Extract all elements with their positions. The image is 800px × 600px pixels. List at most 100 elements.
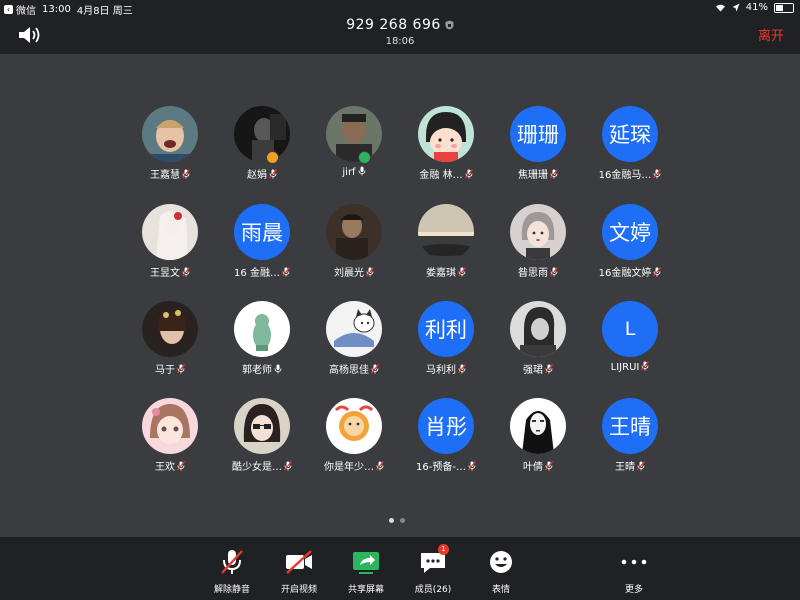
participant-name-row: 叶倩 xyxy=(492,458,584,473)
participant-name-row: 你是年少… xyxy=(308,458,400,473)
participant-tile[interactable]: 王晴 王晴 xyxy=(584,398,676,480)
participant-tile[interactable]: L LIJRUI xyxy=(584,301,676,383)
participant-tile[interactable]: 你是年少… xyxy=(308,398,400,480)
participant-name-row: 王昱文 xyxy=(124,264,216,279)
more-dots-icon xyxy=(621,559,647,565)
smiley-icon xyxy=(490,551,512,573)
participant-tile[interactable]: 郭老师 xyxy=(216,301,308,383)
mic-muted-icon xyxy=(376,461,384,471)
start-video-label: 开启视频 xyxy=(280,585,317,595)
participant-name: 叶倩 xyxy=(523,462,543,473)
participant-name-row: 焦珊珊 xyxy=(492,166,584,181)
participant-name-row: jirf xyxy=(308,166,400,178)
participant-tile[interactable]: 王昱文 xyxy=(124,204,216,286)
participant-tile[interactable]: 娄嘉琪 xyxy=(400,204,492,286)
participant-name: 金融 林… xyxy=(419,170,463,181)
participant-name: jirf xyxy=(342,167,356,178)
avatar: 珊珊 xyxy=(510,106,566,162)
start-video-button[interactable]: 开启视频 xyxy=(264,537,334,600)
mic-muted-icon xyxy=(464,169,473,179)
participant-name-row: 郭老师 xyxy=(216,361,308,376)
page-dot-1[interactable] xyxy=(389,518,394,523)
page-dot-2[interactable] xyxy=(400,518,405,523)
participant-tile[interactable]: 强珺 xyxy=(492,301,584,383)
share-screen-button[interactable]: 共享屏幕 xyxy=(331,537,401,600)
participant-tile[interactable]: jirf xyxy=(308,106,400,188)
leave-button[interactable]: 离开 xyxy=(758,25,784,44)
more-button[interactable]: 更多 xyxy=(599,537,669,600)
participant-name-row: 16-预备-… xyxy=(400,458,492,473)
participant-tile[interactable]: 高杨思佳 xyxy=(308,301,400,383)
wifi-icon xyxy=(715,4,725,12)
avatar: 肖彤 xyxy=(418,398,474,454)
members-label: 成员(26) xyxy=(414,585,452,595)
participant-name: 王晴 xyxy=(615,462,635,473)
battery-icon xyxy=(774,2,794,13)
participant-name: 16金融马… xyxy=(598,170,652,181)
avatar: 雨晨 xyxy=(234,204,290,260)
participant-tile[interactable]: 文婷 16金融文婷 xyxy=(584,204,676,286)
participant-name: 昝思雨 xyxy=(518,268,548,279)
avatar xyxy=(510,204,566,260)
participant-tile[interactable]: 肖彤 16-预备-… xyxy=(400,398,492,480)
members-notification-badge: 1 xyxy=(438,544,449,555)
participant-name: 马利利 xyxy=(426,365,456,376)
shield-icon xyxy=(445,20,454,30)
avatar xyxy=(326,301,382,357)
mic-muted-icon xyxy=(545,364,553,374)
avatar xyxy=(326,398,382,454)
avatar-initials: L xyxy=(624,318,636,340)
participant-tile[interactable]: 马于 xyxy=(124,301,216,383)
participant-name-row: 酷少女是… xyxy=(216,458,308,473)
avatar-image xyxy=(418,106,474,162)
avatar xyxy=(418,106,474,162)
participant-name-row: 马于 xyxy=(124,361,216,376)
status-date: 4月8日 周三 xyxy=(76,6,133,17)
cohost-badge-icon xyxy=(358,151,371,164)
back-arrow-icon: ‹ xyxy=(4,5,13,14)
participant-tile[interactable]: 珊珊 焦珊珊 xyxy=(492,106,584,188)
meeting-header: 929 268 696 18:06 离开 xyxy=(0,16,800,54)
participant-tile[interactable]: 赵娟 xyxy=(216,106,308,188)
reactions-button[interactable]: 表情 xyxy=(466,537,536,600)
participant-name-row: LIJRUI xyxy=(584,361,676,373)
avatar-image xyxy=(326,301,382,357)
unmute-label: 解除静音 xyxy=(213,585,250,595)
back-to-app[interactable]: ‹ 微信 xyxy=(4,2,36,17)
battery-percent: 41% xyxy=(745,2,768,13)
members-button[interactable]: 1 成员(26) xyxy=(398,537,468,600)
avatar-image xyxy=(326,106,382,162)
participant-tile[interactable]: 昝思雨 xyxy=(492,204,584,286)
more-label: 更多 xyxy=(624,585,643,595)
meeting-id-line[interactable]: 929 268 696 xyxy=(0,17,800,33)
participant-tile[interactable]: 王欢 xyxy=(124,398,216,480)
participant-tile[interactable]: 利利 马利利 xyxy=(400,301,492,383)
participant-tile[interactable]: 延琛 16金融马… xyxy=(584,106,676,188)
participant-tile[interactable]: 金融 林… xyxy=(400,106,492,188)
mic-muted-icon xyxy=(637,461,645,471)
participant-name: 16 金融… xyxy=(234,268,280,279)
participant-name: 王欢 xyxy=(155,462,175,473)
mic-muted-icon xyxy=(177,364,185,374)
participant-tile[interactable]: 王嘉慧 xyxy=(124,106,216,188)
avatar-image xyxy=(510,204,566,260)
participant-tile[interactable]: 叶倩 xyxy=(492,398,584,480)
avatar: 文婷 xyxy=(602,204,658,260)
mic-muted-icon xyxy=(458,364,466,374)
page-indicator[interactable] xyxy=(389,518,405,523)
participant-tile[interactable]: 刘晨光 xyxy=(308,204,400,286)
mic-muted-icon xyxy=(550,169,558,179)
mic-muted-icon xyxy=(653,169,662,179)
participant-name-row: 娄嘉琪 xyxy=(400,264,492,279)
unmute-button[interactable]: 解除静音 xyxy=(197,537,267,600)
avatar-image xyxy=(234,106,290,162)
avatar-image xyxy=(234,301,290,357)
location-icon xyxy=(732,3,740,12)
participant-tile[interactable]: 雨晨 16 金融… xyxy=(216,204,308,286)
participant-tile[interactable]: 酷少女是… xyxy=(216,398,308,480)
share-screen-icon xyxy=(353,552,379,574)
mic-muted-icon xyxy=(653,267,662,277)
share-screen-label: 共享屏幕 xyxy=(347,585,384,595)
avatar xyxy=(326,106,382,162)
avatar xyxy=(142,398,198,454)
